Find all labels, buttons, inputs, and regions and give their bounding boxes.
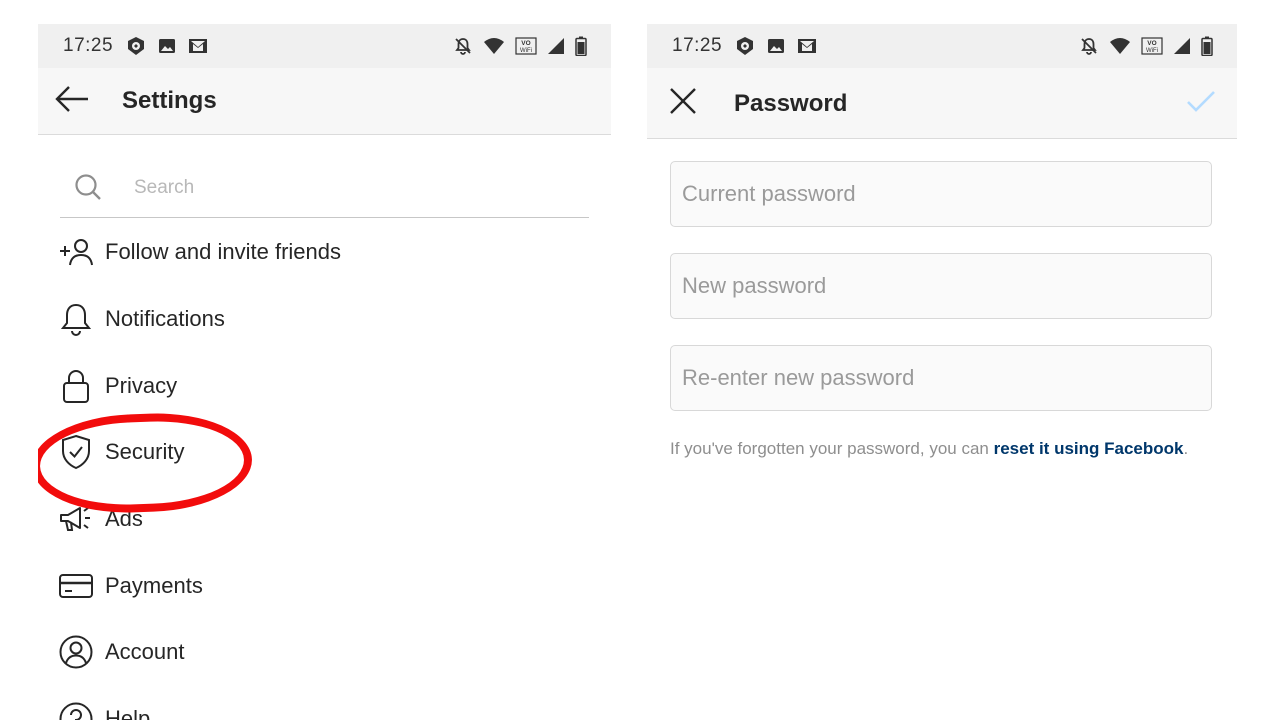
wifi-icon <box>483 37 505 55</box>
menu-item-label: Help <box>105 706 151 720</box>
menu-item-label: Follow and invite friends <box>105 239 342 264</box>
notification-app-icon <box>734 35 756 57</box>
add-person-icon <box>58 234 94 270</box>
page-title: Settings <box>122 87 217 114</box>
app-bar: Password <box>647 68 1237 139</box>
notifications-off-icon <box>453 36 473 56</box>
new-password-input[interactable] <box>671 254 1211 318</box>
menu-item-security[interactable]: Security <box>58 427 578 477</box>
bell-icon <box>58 301 94 337</box>
vowifi-icon: VO WiFi <box>515 37 537 55</box>
search-input[interactable] <box>132 171 576 205</box>
lock-icon <box>58 368 94 404</box>
menu-item-label: Account <box>105 639 185 664</box>
battery-icon <box>1201 36 1213 56</box>
status-time: 17:25 <box>672 35 723 56</box>
current-password-field <box>670 161 1212 227</box>
current-password-input[interactable] <box>671 162 1211 226</box>
password-screen: 17:25 VO WiFi Password If you've forgott… <box>647 24 1237 720</box>
forgot-password-prefix: If you've forgotten your password, you c… <box>670 439 994 458</box>
close-button[interactable] <box>663 85 703 121</box>
menu-item-follow-invite[interactable]: Follow and invite friends <box>58 227 578 277</box>
menu-item-help[interactable]: Help <box>58 694 578 720</box>
reset-facebook-link[interactable]: reset it using Facebook <box>994 439 1184 458</box>
menu-item-label: Security <box>105 439 185 464</box>
gmail-icon <box>796 36 818 56</box>
svg-text:WiFi: WiFi <box>1146 48 1158 54</box>
checkmark-icon <box>1185 89 1217 120</box>
gmail-icon <box>187 36 209 56</box>
signal-icon <box>547 37 565 55</box>
menu-item-notifications[interactable]: Notifications <box>58 294 578 344</box>
search-icon <box>74 173 102 201</box>
image-icon <box>157 36 177 56</box>
page-title: Password <box>734 90 848 117</box>
svg-text:VO: VO <box>1147 40 1156 47</box>
menu-item-privacy[interactable]: Privacy <box>58 361 578 411</box>
shield-check-icon <box>58 434 94 470</box>
confirm-button[interactable] <box>1183 88 1219 120</box>
notifications-off-icon <box>1079 36 1099 56</box>
back-button[interactable] <box>52 83 92 119</box>
status-time: 17:25 <box>63 35 114 56</box>
arrow-left-icon <box>54 85 90 118</box>
svg-text:VO: VO <box>521 40 530 47</box>
reenter-password-field <box>670 345 1212 411</box>
close-icon <box>668 86 698 121</box>
forgot-password-text: If you've forgotten your password, you c… <box>670 438 1230 460</box>
menu-item-ads[interactable]: Ads <box>58 494 578 544</box>
status-bar: 17:25 VO WiFi <box>647 24 1237 68</box>
notification-app-icon <box>125 35 147 57</box>
search-bar <box>60 159 589 218</box>
menu-item-label: Ads <box>105 506 143 531</box>
menu-item-label: Notifications <box>105 306 225 331</box>
app-bar: Settings <box>38 68 611 135</box>
menu-item-payments[interactable]: Payments <box>58 561 578 611</box>
help-icon <box>58 701 94 720</box>
menu-item-label: Payments <box>105 573 203 598</box>
credit-card-icon <box>58 568 94 604</box>
forgot-password-suffix: . <box>1183 439 1189 458</box>
svg-text:WiFi: WiFi <box>520 48 532 54</box>
battery-icon <box>575 36 587 56</box>
settings-screen: 17:25 VO WiFi Settings Search Follow and… <box>38 24 611 720</box>
signal-icon <box>1173 37 1191 55</box>
menu-item-account[interactable]: Account <box>58 627 578 677</box>
status-bar: 17:25 VO WiFi <box>38 24 611 68</box>
image-icon <box>766 36 786 56</box>
account-circle-icon <box>58 634 94 670</box>
vowifi-icon: VO WiFi <box>1141 37 1163 55</box>
new-password-field <box>670 253 1212 319</box>
menu-item-label: Privacy <box>105 373 178 398</box>
megaphone-icon <box>58 501 94 537</box>
reenter-password-input[interactable] <box>671 346 1211 410</box>
wifi-icon <box>1109 37 1131 55</box>
